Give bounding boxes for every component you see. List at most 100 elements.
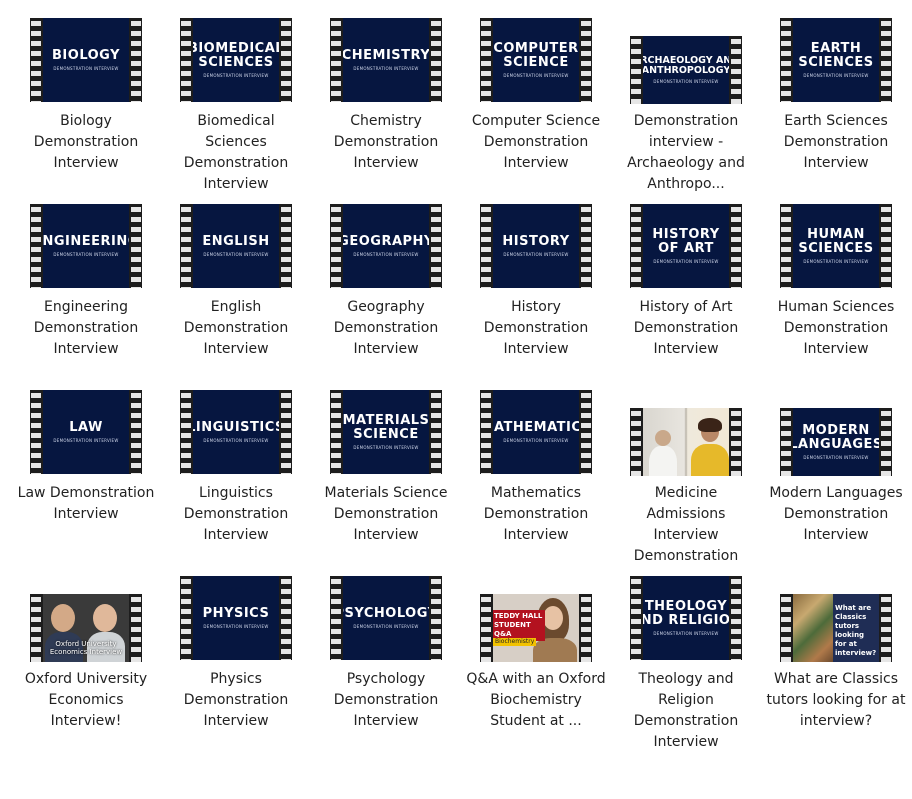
collage-image <box>793 594 833 662</box>
thumbnail-frame: HUMAN SCIENCES DEMONSTRATION INTERVIEW <box>793 204 879 288</box>
thumbnail-subtitle: DEMONSTRATION INTERVIEW <box>203 624 269 629</box>
thumbnail-title-2: SCIENCES <box>198 55 274 70</box>
file-label[interactable]: English Demonstration Interview <box>166 297 306 360</box>
thumbnail-subtitle: DEMONSTRATION INTERVIEW <box>653 259 719 264</box>
video-thumbnail[interactable]: HISTORY OF ART DEMONSTRATION INTERVIEW <box>630 204 742 288</box>
video-thumbnail[interactable]: EARTH SCIENCES DEMONSTRATION INTERVIEW <box>780 18 892 102</box>
thumbnail-frame: PHYSICS DEMONSTRATION INTERVIEW <box>193 576 279 660</box>
video-thumbnail[interactable]: ENGLISH DEMONSTRATION INTERVIEW <box>180 204 292 288</box>
video-thumbnail[interactable]: MODERN LANGUAGES DEMONSTRATION INTERVIEW <box>780 408 892 476</box>
person-right <box>93 604 117 632</box>
thumbnail-subtitle: DEMONSTRATION INTERVIEW <box>803 73 869 78</box>
file-label[interactable]: Oxford University Economics Interview! <box>16 669 156 732</box>
video-thumbnail[interactable]: PHYSICS DEMONSTRATION INTERVIEW <box>180 576 292 660</box>
thumbnail-frame: LAW DEMONSTRATION INTERVIEW <box>43 390 129 474</box>
thumbnail-frame: GEOGRAPHY DEMONSTRATION INTERVIEW <box>343 204 429 288</box>
file-label[interactable]: Modern Languages Demonstration Interview <box>766 483 906 546</box>
video-thumbnail[interactable]: THEOLOGY AND RELIGION DEMONSTRATION INTE… <box>630 576 742 660</box>
thumbnail-subtitle: DEMONSTRATION INTERVIEW <box>503 73 569 78</box>
video-thumbnail[interactable]: Oxford University Economics Interview <box>30 594 142 662</box>
file-label[interactable]: Mathematics Demonstration Interview <box>466 483 606 546</box>
video-thumbnail[interactable]: HUMAN SCIENCES DEMONSTRATION INTERVIEW <box>780 204 892 288</box>
file-label[interactable]: Earth Sciences Demonstration Interview <box>766 111 906 174</box>
video-caption: TEDDY HALL STUDENT Q&A <box>493 610 545 641</box>
file-label[interactable]: Biology Demonstration Interview <box>16 111 156 174</box>
file-label[interactable]: Law Demonstration Interview <box>16 483 156 525</box>
person-right-hair <box>698 418 722 432</box>
thumbnail-subtitle: DEMONSTRATION INTERVIEW <box>53 66 119 71</box>
person-left <box>655 430 671 446</box>
person-left-body <box>649 446 677 476</box>
thumbnail-title-2: AND RELIGION <box>643 613 729 628</box>
video-thumbnail[interactable]: BIOMEDICAL SCIENCES DEMONSTRATION INTERV… <box>180 18 292 102</box>
video-thumbnail[interactable]: GEOGRAPHY DEMONSTRATION INTERVIEW <box>330 204 442 288</box>
video-thumbnail[interactable]: MATHEMATICS DEMONSTRATION INTERVIEW <box>480 390 592 474</box>
thumbnail-frame: HISTORY DEMONSTRATION INTERVIEW <box>493 204 579 288</box>
file-label[interactable]: Linguistics Demonstration Interview <box>166 483 306 546</box>
thumbnail-subtitle: DEMONSTRATION INTERVIEW <box>53 438 119 443</box>
thumbnail-title: BIOMEDICAL <box>193 41 279 56</box>
file-label[interactable]: Theology and Religion Demonstration Inte… <box>616 669 756 753</box>
thumbnail-frame: BIOLOGY DEMONSTRATION INTERVIEW <box>43 18 129 102</box>
file-grid: BIOLOGY DEMONSTRATION INTERVIEW Biology … <box>0 0 912 799</box>
video-thumbnail[interactable]: LINGUISTICS DEMONSTRATION INTERVIEW <box>180 390 292 474</box>
video-thumbnail[interactable]: CHEMISTRY DEMONSTRATION INTERVIEW <box>330 18 442 102</box>
thumbnail-subtitle: DEMONSTRATION INTERVIEW <box>503 438 569 443</box>
video-thumbnail[interactable]: PSYCHOLOGY DEMONSTRATION INTERVIEW <box>330 576 442 660</box>
video-still-economics: Oxford University Economics Interview <box>43 594 129 662</box>
thumbnail-title: GEOGRAPHY <box>343 234 429 249</box>
thumbnail-subtitle: DEMONSTRATION INTERVIEW <box>503 252 569 257</box>
video-thumbnail[interactable]: BIOLOGY DEMONSTRATION INTERVIEW <box>30 18 142 102</box>
file-label[interactable]: History Demonstration Interview <box>466 297 606 360</box>
thumbnail-subtitle: DEMONSTRATION INTERVIEW <box>203 73 269 78</box>
thumbnail-subtitle: DEMONSTRATION INTERVIEW <box>353 445 419 450</box>
file-label[interactable]: What are Classics tutors looking for at … <box>766 669 906 732</box>
thumbnail-subtitle: DEMONSTRATION INTERVIEW <box>203 438 269 443</box>
thumbnail-subtitle: DEMONSTRATION INTERVIEW <box>353 66 419 71</box>
video-thumbnail[interactable]: ARCHAEOLOGY AND ANTHROPOLOGY DEMONSTRATI… <box>630 36 742 104</box>
thumbnail-frame: LINGUISTICS DEMONSTRATION INTERVIEW <box>193 390 279 474</box>
thumbnail-subtitle: DEMONSTRATION INTERVIEW <box>203 252 269 257</box>
thumbnail-title: LINGUISTICS <box>193 420 279 435</box>
video-thumbnail[interactable]: What are Classics tutors looking for at … <box>780 594 892 662</box>
file-label[interactable]: Human Sciences Demonstration Interview <box>766 297 906 360</box>
file-label[interactable]: Medicine Admissions Interview Demonstrat… <box>616 483 756 567</box>
thumbnail-frame: MATHEMATICS DEMONSTRATION INTERVIEW <box>493 390 579 474</box>
thumbnail-title-2: SCIENCE <box>503 55 569 70</box>
video-thumbnail[interactable]: TEDDY HALL STUDENT Q&A Biochemistry <box>480 594 592 662</box>
thumbnail-subtitle: DEMONSTRATION INTERVIEW <box>653 631 719 636</box>
file-label[interactable]: Engineering Demonstration Interview <box>16 297 156 360</box>
video-thumbnail[interactable]: HISTORY DEMONSTRATION INTERVIEW <box>480 204 592 288</box>
file-label[interactable]: Q&A with an Oxford Biochemistry Student … <box>466 669 606 732</box>
video-thumbnail[interactable]: MATERIALS SCIENCE DEMONSTRATION INTERVIE… <box>330 390 442 474</box>
video-thumbnail[interactable]: ENGINEERING DEMONSTRATION INTERVIEW <box>30 204 142 288</box>
thumbnail-title: PHYSICS <box>202 606 270 621</box>
thumbnail-frame: COMPUTER SCIENCE DEMONSTRATION INTERVIEW <box>493 18 579 102</box>
person-left <box>51 604 75 632</box>
file-label[interactable]: Chemistry Demonstration Interview <box>316 111 456 174</box>
thumbnail-title: BIOLOGY <box>52 48 120 63</box>
thumbnail-subtitle: DEMONSTRATION INTERVIEW <box>353 252 419 257</box>
thumbnail-subtitle: DEMONSTRATION INTERVIEW <box>353 624 419 629</box>
thumbnail-title: THEOLOGY <box>644 599 728 614</box>
person-body <box>533 638 577 662</box>
thumbnail-title-2: SCIENCE <box>353 427 419 442</box>
file-label[interactable]: Physics Demonstration Interview <box>166 669 306 732</box>
video-thumbnail[interactable]: LAW DEMONSTRATION INTERVIEW <box>30 390 142 474</box>
thumbnail-title: MODERN <box>802 423 870 438</box>
video-thumbnail[interactable]: COMPUTER SCIENCE DEMONSTRATION INTERVIEW <box>480 18 592 102</box>
file-label[interactable]: Computer Science Demonstration Interview <box>466 111 606 174</box>
file-label[interactable]: History of Art Demonstration Interview <box>616 297 756 360</box>
file-label[interactable]: Geography Demonstration Interview <box>316 297 456 360</box>
file-label[interactable]: Biomedical Sciences Demonstration Interv… <box>166 111 306 195</box>
thumbnail-frame: ENGLISH DEMONSTRATION INTERVIEW <box>193 204 279 288</box>
video-thumbnail[interactable] <box>630 408 742 476</box>
video-caption: What are Classics tutors looking for at … <box>835 604 877 657</box>
file-label[interactable]: Psychology Demonstration Interview <box>316 669 456 732</box>
thumbnail-title: LAW <box>69 420 103 435</box>
file-label[interactable]: Demonstration interview - Archaeology an… <box>616 111 756 195</box>
file-label[interactable]: Materials Science Demonstration Intervie… <box>316 483 456 546</box>
thumbnail-title: EARTH <box>810 41 862 56</box>
video-caption: Oxford University Economics Interview <box>49 640 123 656</box>
thumbnail-title: ENGINEERING <box>43 234 129 249</box>
